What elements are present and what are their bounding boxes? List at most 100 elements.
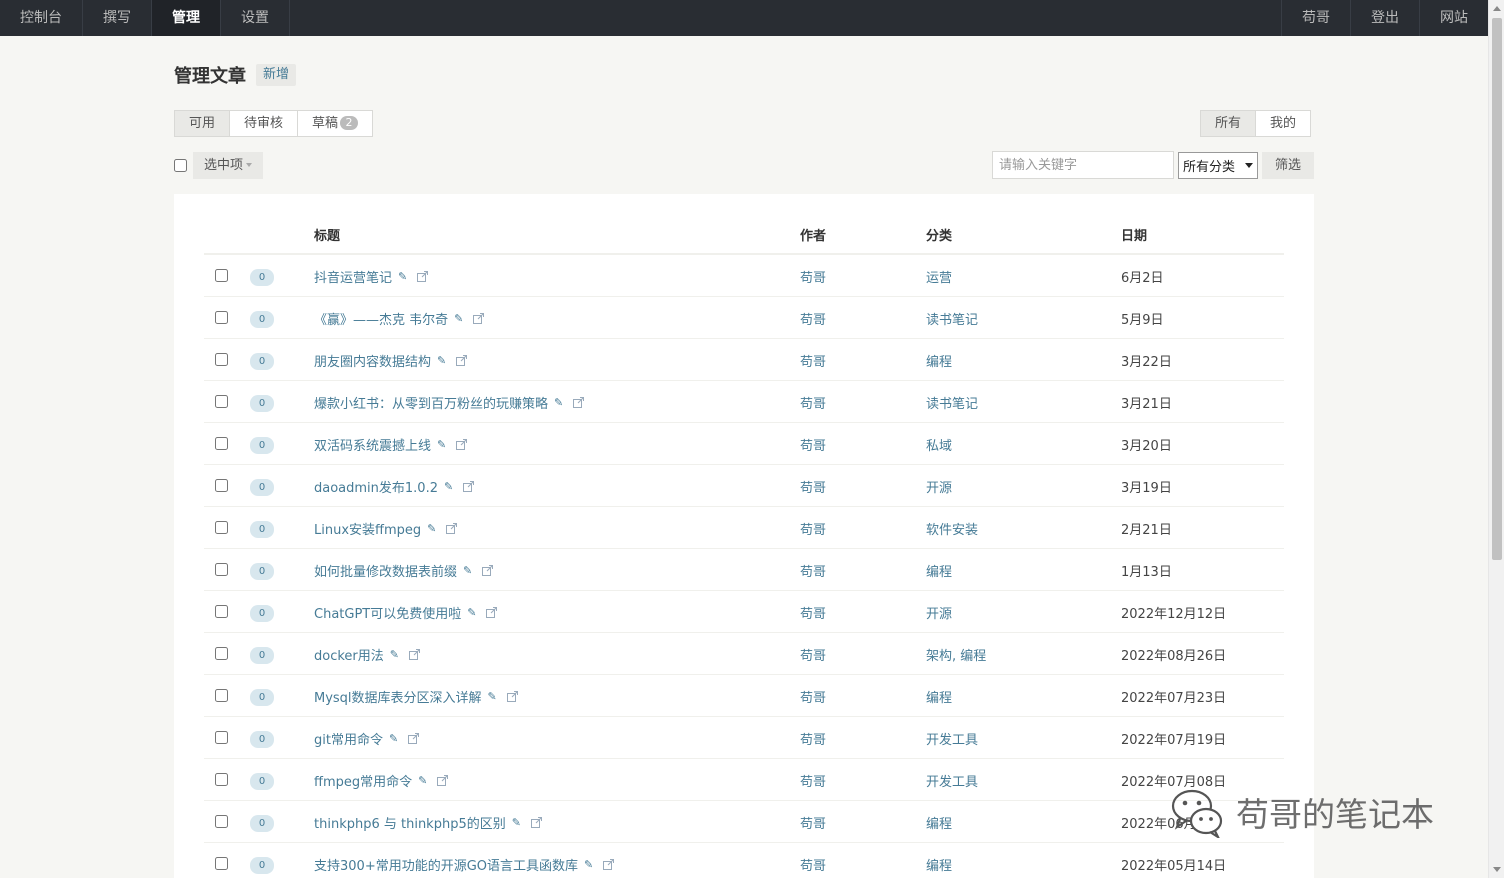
row-checkbox[interactable] [215, 521, 228, 534]
comment-count-badge[interactable]: 0 [250, 647, 274, 664]
category-link[interactable]: 软件安装 [926, 519, 978, 538]
row-checkbox[interactable] [215, 311, 228, 324]
post-title-link[interactable]: docker用法 [314, 645, 384, 664]
external-link-icon[interactable] [408, 649, 420, 660]
edit-pencil-icon[interactable]: ✎ [389, 732, 398, 745]
page-scrollbar[interactable] [1488, 0, 1504, 878]
author-link[interactable]: 苟哥 [800, 645, 826, 664]
row-checkbox[interactable] [215, 395, 228, 408]
author-link[interactable]: 苟哥 [800, 813, 826, 832]
row-checkbox[interactable] [215, 647, 228, 660]
external-link-icon[interactable] [446, 523, 458, 534]
row-checkbox[interactable] [215, 815, 228, 828]
row-checkbox[interactable] [215, 437, 228, 450]
select-all-checkbox[interactable] [174, 159, 187, 172]
post-title-link[interactable]: 朋友圈内容数据结构 [314, 351, 431, 370]
row-checkbox[interactable] [215, 689, 228, 702]
edit-pencil-icon[interactable]: ✎ [390, 648, 399, 661]
comment-count-badge[interactable]: 0 [250, 395, 274, 412]
external-link-icon[interactable] [482, 565, 494, 576]
author-link[interactable]: 苟哥 [800, 561, 826, 580]
external-link-icon[interactable] [456, 355, 468, 366]
edit-pencil-icon[interactable]: ✎ [398, 270, 407, 283]
row-checkbox[interactable] [215, 731, 228, 744]
bulk-action-dropdown[interactable]: 选中项 [193, 152, 264, 179]
author-link[interactable]: 苟哥 [800, 393, 826, 412]
category-select[interactable]: 所有分类 [1178, 152, 1258, 179]
post-title-link[interactable]: thinkphp6 与 thinkphp5的区别 [314, 813, 506, 832]
category-link[interactable]: 运营 [926, 267, 952, 286]
edit-pencil-icon[interactable]: ✎ [437, 354, 446, 367]
edit-pencil-icon[interactable]: ✎ [437, 438, 446, 451]
edit-pencil-icon[interactable]: ✎ [488, 690, 497, 703]
post-title-link[interactable]: 抖音运营笔记 [314, 267, 392, 286]
post-title-link[interactable]: git常用命令 [314, 729, 383, 748]
row-checkbox[interactable] [215, 353, 228, 366]
external-link-icon[interactable] [486, 607, 498, 618]
row-checkbox[interactable] [215, 605, 228, 618]
comment-count-badge[interactable]: 0 [250, 521, 274, 538]
author-link[interactable]: 苟哥 [800, 309, 826, 328]
row-checkbox[interactable] [215, 773, 228, 786]
tab-pending[interactable]: 待审核 [230, 111, 299, 136]
nav-item-website[interactable]: 网站 [1419, 0, 1488, 36]
new-post-button[interactable]: 新增 [256, 64, 297, 86]
external-link-icon[interactable] [463, 481, 475, 492]
external-link-icon[interactable] [456, 439, 468, 450]
row-checkbox[interactable] [215, 269, 228, 282]
row-checkbox[interactable] [215, 563, 228, 576]
post-title-link[interactable]: Mysql数据库表分区深入详解 [314, 687, 482, 706]
external-link-icon[interactable] [603, 859, 615, 870]
category-link[interactable]: 读书笔记 [926, 309, 978, 328]
row-checkbox[interactable] [215, 857, 228, 870]
edit-pencil-icon[interactable]: ✎ [584, 858, 593, 871]
edit-pencil-icon[interactable]: ✎ [467, 606, 476, 619]
post-title-link[interactable]: 支持300+常用功能的开源GO语言工具函数库 [314, 855, 578, 874]
column-header-category[interactable]: 分类 [926, 225, 952, 244]
post-title-link[interactable]: ChatGPT可以免费使用啦 [314, 603, 461, 622]
nav-item-dashboard[interactable]: 控制台 [0, 0, 83, 36]
column-header-author[interactable]: 作者 [800, 225, 826, 244]
nav-item-logout[interactable]: 登出 [1350, 0, 1419, 36]
tab-drafts[interactable]: 草稿 2 [298, 111, 372, 136]
category-link[interactable]: 编程 [926, 351, 952, 370]
comment-count-badge[interactable]: 0 [250, 479, 274, 496]
edit-pencil-icon[interactable]: ✎ [554, 396, 563, 409]
nav-item-settings[interactable]: 设置 [221, 0, 290, 36]
external-link-icon[interactable] [573, 397, 585, 408]
category-link[interactable]: 编程 [926, 855, 952, 874]
category-link[interactable]: 开源 [926, 477, 952, 496]
external-link-icon[interactable] [408, 733, 420, 744]
category-link[interactable]: 开发工具 [926, 729, 978, 748]
comment-count-badge[interactable]: 0 [250, 353, 274, 370]
scroll-up-icon[interactable] [1493, 6, 1501, 11]
author-link[interactable]: 苟哥 [800, 855, 826, 874]
nav-item-user[interactable]: 苟哥 [1281, 0, 1350, 36]
post-title-link[interactable]: ffmpeg常用命令 [314, 771, 412, 790]
category-link[interactable]: 编程 [926, 813, 952, 832]
author-link[interactable]: 苟哥 [800, 351, 826, 370]
category-link[interactable]: 架构, 编程 [926, 645, 986, 664]
post-title-link[interactable]: 双活码系统震撼上线 [314, 435, 431, 454]
edit-pencil-icon[interactable]: ✎ [444, 480, 453, 493]
scrollbar-thumb[interactable] [1492, 18, 1502, 560]
comment-count-badge[interactable]: 0 [250, 311, 274, 328]
tab-mine[interactable]: 我的 [1256, 111, 1310, 136]
column-header-title[interactable]: 标题 [314, 225, 340, 244]
edit-pencil-icon[interactable]: ✎ [463, 564, 472, 577]
post-title-link[interactable]: 爆款小红书：从零到百万粉丝的玩赚策略 [314, 393, 548, 412]
external-link-icon[interactable] [506, 691, 518, 702]
nav-item-manage[interactable]: 管理 [152, 0, 221, 36]
post-title-link[interactable]: 《赢》——杰克 韦尔奇 [314, 309, 448, 328]
comment-count-badge[interactable]: 0 [250, 857, 274, 874]
category-link[interactable]: 私域 [926, 435, 952, 454]
external-link-icon[interactable] [473, 313, 485, 324]
edit-pencil-icon[interactable]: ✎ [418, 774, 427, 787]
author-link[interactable]: 苟哥 [800, 603, 826, 622]
post-title-link[interactable]: Linux安装ffmpeg [314, 519, 421, 538]
author-link[interactable]: 苟哥 [800, 771, 826, 790]
search-input[interactable] [992, 151, 1174, 179]
author-link[interactable]: 苟哥 [800, 519, 826, 538]
author-link[interactable]: 苟哥 [800, 435, 826, 454]
scroll-down-icon[interactable] [1493, 867, 1501, 872]
